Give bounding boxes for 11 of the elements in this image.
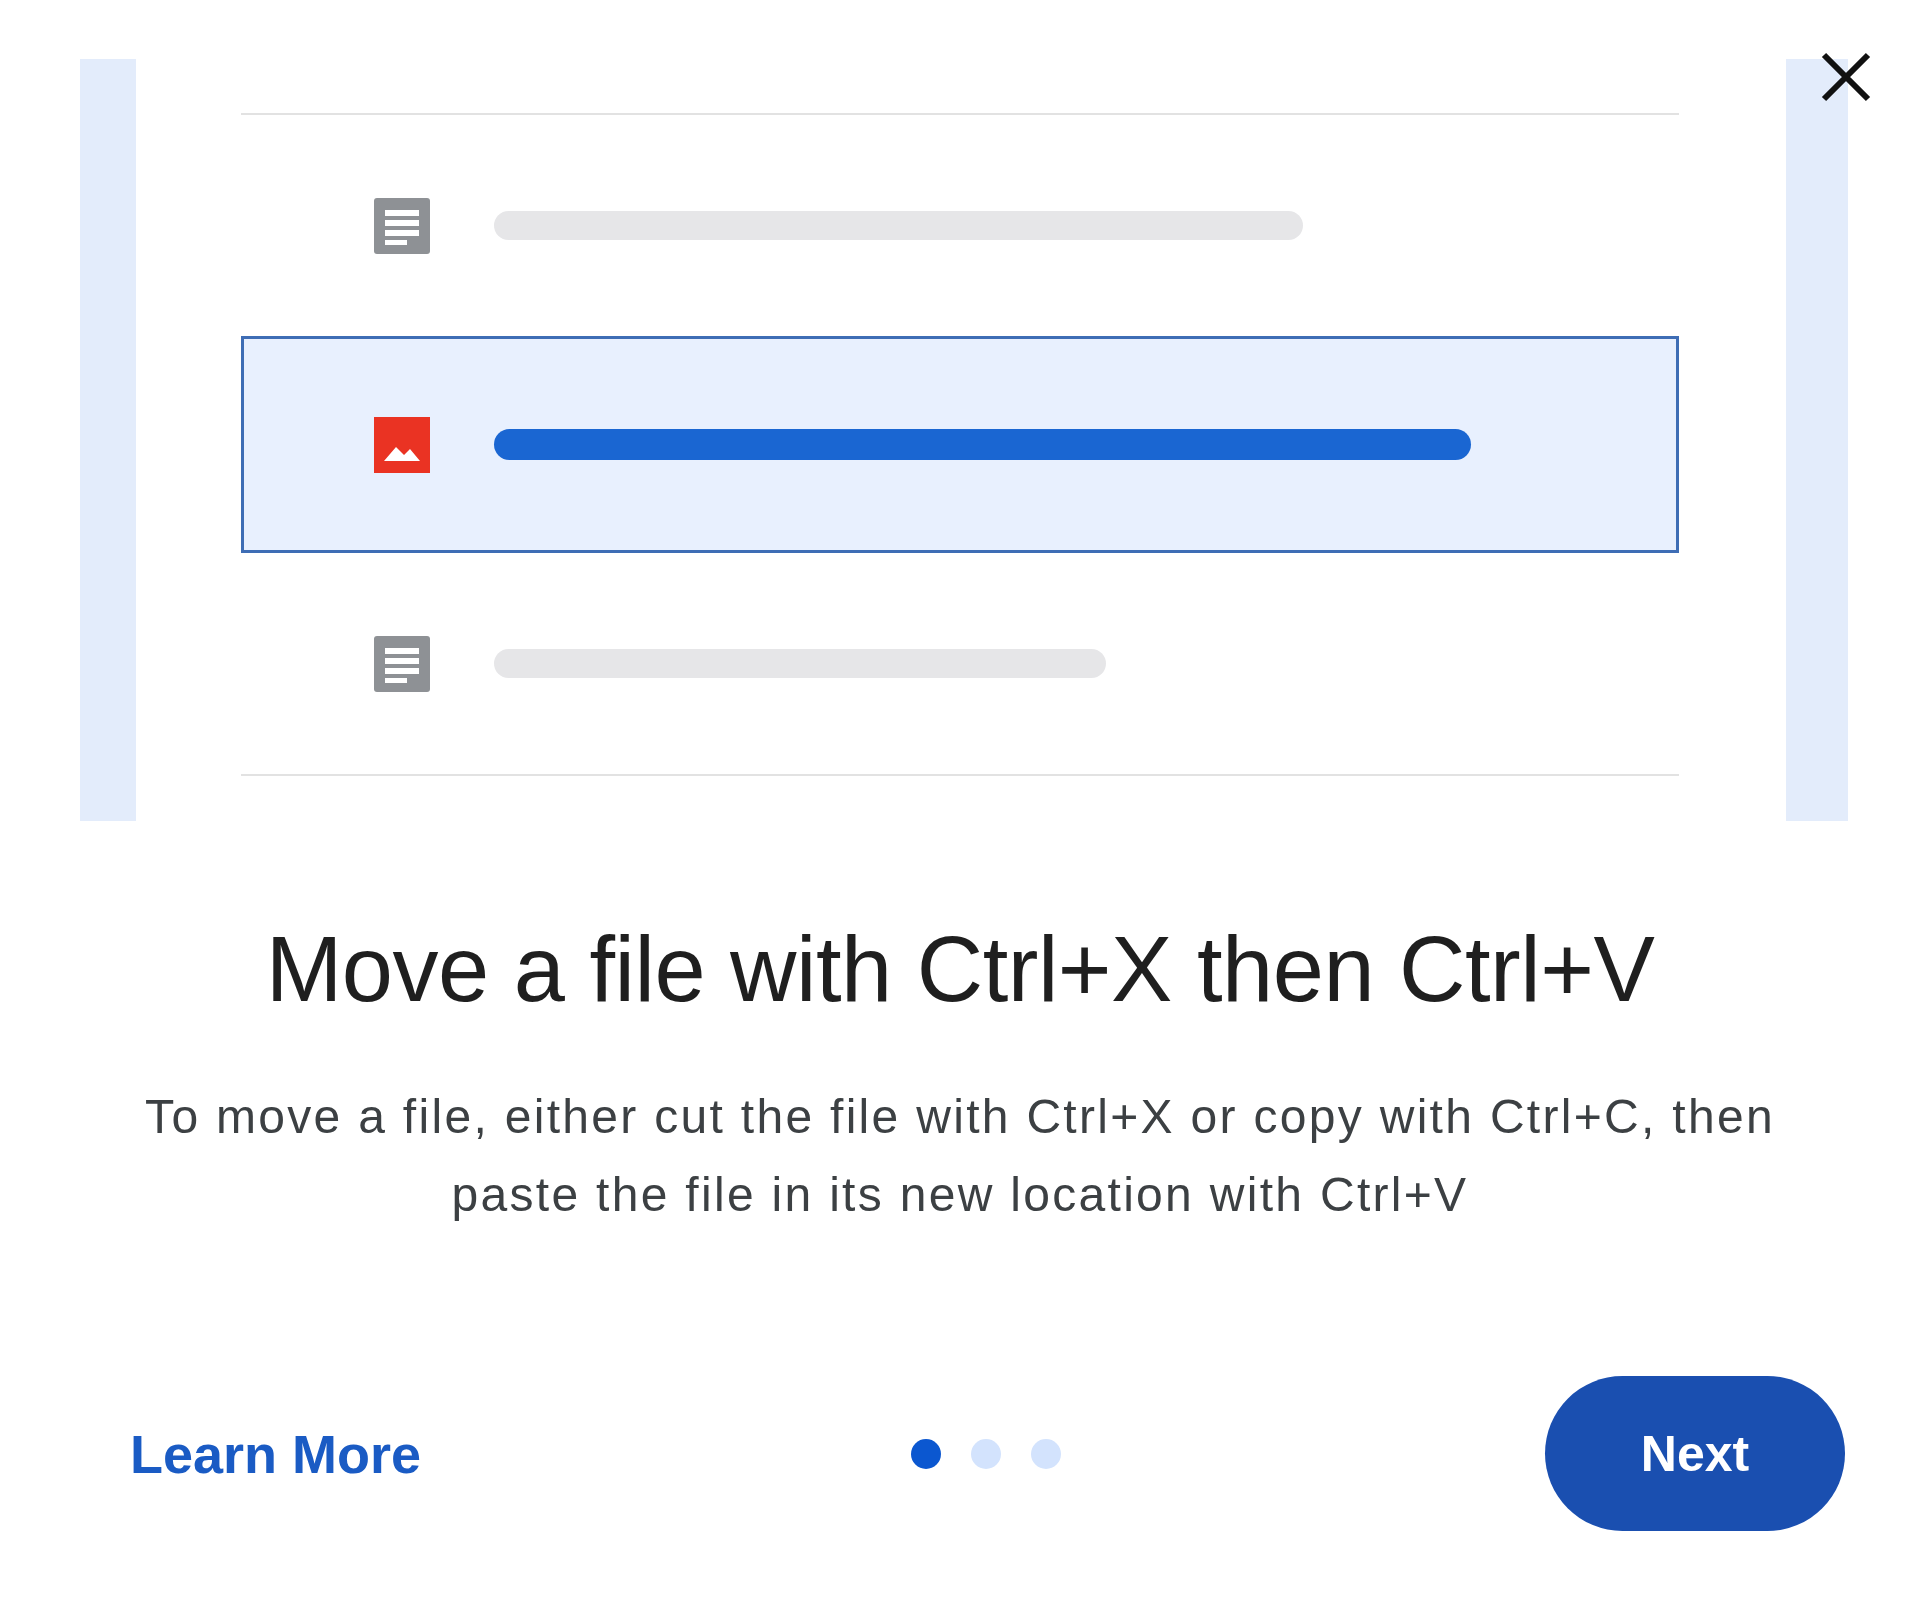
learn-more-link[interactable]: Learn More xyxy=(130,1422,422,1485)
dialog-title: Move a file with Ctrl+X then Ctrl+V xyxy=(264,917,1656,1022)
document-icon xyxy=(374,635,430,692)
page-dot[interactable] xyxy=(911,1438,942,1469)
close-icon[interactable] xyxy=(1820,51,1872,103)
page-dot[interactable] xyxy=(1031,1438,1062,1469)
document-icon xyxy=(374,197,430,254)
description-text: To move a file, either cut the file with Ctrl+X or copy with Ctrl+C, then paste the file in its new location with Ctrl+V xyxy=(144,1089,1776,1223)
image-icon xyxy=(374,416,430,473)
page-dot[interactable] xyxy=(971,1438,1002,1469)
next-button[interactable]: Next xyxy=(1545,1376,1845,1531)
